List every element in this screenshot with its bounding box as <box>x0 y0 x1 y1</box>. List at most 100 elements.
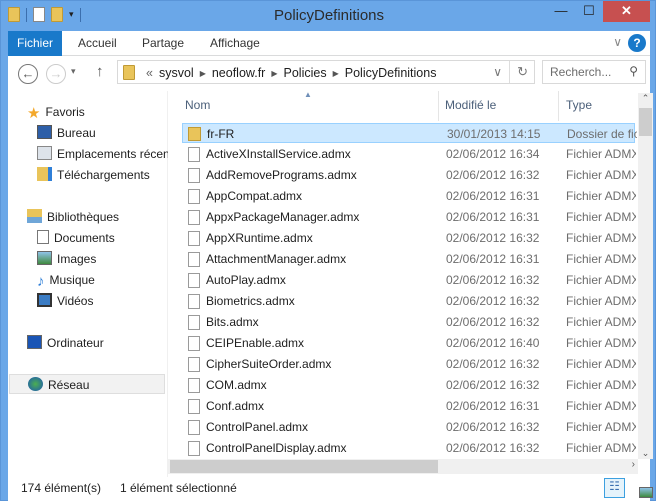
sidebar-bibliotheques[interactable]: Bibliothèques <box>27 207 119 227</box>
column-header-type[interactable]: Type <box>566 95 592 119</box>
videos-icon <box>37 293 52 307</box>
file-modified: 02/06/2012 16:40 <box>446 336 540 350</box>
scroll-down-icon[interactable]: ⌄ <box>638 448 653 459</box>
status-bar: 174 élément(s) 1 élément sélectionné ☷ <box>8 477 653 501</box>
file-type: Fichier ADMX <box>566 210 636 224</box>
sidebar-label: Vidéos <box>57 294 94 308</box>
file-type: Fichier ADMX <box>566 231 636 245</box>
crumb-policydefinitions[interactable]: PolicyDefinitions <box>345 66 437 80</box>
table-row[interactable]: AppCompat.admx 02/06/2012 16:31 Fichier … <box>182 186 636 206</box>
star-icon: ★ <box>27 105 41 122</box>
thumbnail-icon <box>638 487 653 498</box>
file-name: ControlPanelDisplay.admx <box>206 441 347 455</box>
file-type: Dossier de fichiers <box>567 127 637 141</box>
tab-accueil[interactable]: Accueil <box>78 31 117 56</box>
sidebar-musique[interactable]: ♪ Musique <box>37 270 95 290</box>
file-type: Fichier ADMX <box>566 399 636 413</box>
table-row[interactable]: Bits.admx 02/06/2012 16:32 Fichier ADMX <box>182 312 636 332</box>
vertical-scrollbar[interactable]: ⌃ ⌄ <box>638 93 653 459</box>
file-name: fr-FR <box>207 127 235 141</box>
back-button[interactable]: ← <box>18 64 38 84</box>
file-type: Fichier ADMX <box>566 252 636 266</box>
address-dropdown-icon[interactable]: ∨ <box>493 65 502 79</box>
table-row[interactable]: Conf.admx 02/06/2012 16:31 Fichier ADMX <box>182 396 636 416</box>
file-modified: 02/06/2012 16:32 <box>446 273 540 287</box>
recent-locations-icon[interactable]: ▾ <box>71 66 76 77</box>
sidebar-bureau[interactable]: Bureau <box>37 123 168 143</box>
file-icon <box>188 315 200 330</box>
file-type: Fichier ADMX <box>566 315 636 329</box>
recent-places-icon <box>37 146 52 160</box>
crumb-policies[interactable]: Policies <box>284 66 327 80</box>
table-row[interactable]: CipherSuiteOrder.admx 02/06/2012 16:32 F… <box>182 354 636 374</box>
file-modified: 02/06/2012 16:32 <box>446 378 540 392</box>
file-modified: 02/06/2012 16:32 <box>446 231 540 245</box>
horizontal-scroll-thumb[interactable] <box>170 460 438 473</box>
table-row[interactable]: ControlPanelDisplay.admx 02/06/2012 16:3… <box>182 438 636 458</box>
sidebar-ordinateur[interactable]: Ordinateur <box>27 333 104 353</box>
file-modified: 02/06/2012 16:31 <box>446 210 540 224</box>
sidebar-label: Images <box>57 252 97 266</box>
folder-icon <box>188 127 201 141</box>
sidebar-documents[interactable]: Documents <box>37 228 115 248</box>
table-row[interactable]: AddRemovePrograms.admx 02/06/2012 16:32 … <box>182 165 636 185</box>
scroll-up-icon[interactable]: ⌃ <box>638 93 653 104</box>
expand-ribbon-icon[interactable]: ∨ <box>613 35 622 49</box>
column-header-name[interactable]: Nom <box>185 95 210 119</box>
address-bar[interactable]: «sysvol ▶ neoflow.fr ▶ Policies ▶ PolicyDefini… <box>117 60 535 84</box>
file-type: Fichier ADMX <box>566 336 636 350</box>
help-icon[interactable]: ? <box>628 34 646 52</box>
tab-partage[interactable]: Partage <box>142 31 184 56</box>
tab-affichage[interactable]: Affichage <box>210 31 260 56</box>
file-icon <box>188 399 200 414</box>
file-name: COM.admx <box>206 378 267 392</box>
column-divider[interactable] <box>558 91 559 121</box>
table-row[interactable]: CEIPEnable.admx 02/06/2012 16:40 Fichier… <box>182 333 636 353</box>
maximize-button[interactable]: ☐ <box>575 1 603 22</box>
table-row[interactable]: ControlPanel.admx 02/06/2012 16:32 Fichi… <box>182 417 636 437</box>
search-input[interactable]: Recherch... ⚲ <box>542 60 646 84</box>
column-divider[interactable] <box>438 91 439 121</box>
file-name: ActiveXInstallService.admx <box>206 147 351 161</box>
sidebar-emplacements-recents[interactable]: Emplacements récents <box>37 144 168 164</box>
file-modified: 02/06/2012 16:32 <box>446 441 540 455</box>
close-button[interactable]: ✕ <box>603 1 650 22</box>
column-header-modified[interactable]: Modifié le <box>445 95 496 119</box>
file-type: Fichier ADMX <box>566 441 636 455</box>
pictures-icon <box>37 251 52 265</box>
sidebar-telechargements[interactable]: Téléchargements <box>37 165 150 185</box>
sidebar-videos[interactable]: Vidéos <box>37 291 93 311</box>
details-view-button[interactable]: ☷ <box>604 478 625 498</box>
table-row[interactable]: COM.admx 02/06/2012 16:32 Fichier ADMX <box>182 375 636 395</box>
crumb-neoflow[interactable]: neoflow.fr <box>212 66 266 80</box>
sidebar-favoris[interactable]: ★ Favoris <box>27 102 85 122</box>
file-modified: 02/06/2012 16:34 <box>446 147 540 161</box>
horizontal-scrollbar[interactable]: › <box>168 459 638 474</box>
overflow-crumbs[interactable]: « <box>146 66 153 80</box>
scroll-right-icon[interactable]: › <box>632 459 635 470</box>
table-row[interactable]: fr-FR 30/01/2013 14:15 Dossier de fichie… <box>182 123 637 143</box>
table-row[interactable]: Biometrics.admx 02/06/2012 16:32 Fichier… <box>182 291 636 311</box>
table-row[interactable]: ActiveXInstallService.admx 02/06/2012 16… <box>182 144 636 164</box>
file-icon <box>188 189 200 204</box>
up-button[interactable]: ↑ <box>96 63 104 80</box>
table-row[interactable]: AppXRuntime.admx 02/06/2012 16:32 Fichie… <box>182 228 636 248</box>
large-icons-view-button[interactable] <box>628 478 653 498</box>
desktop-icon <box>37 125 52 139</box>
selection-count: 1 élément sélectionné <box>120 481 237 495</box>
ribbon-tabs: Fichier Accueil Partage Affichage ∨ ? <box>8 31 650 56</box>
explorer-window: ▾ PolicyDefinitions — ☐ ✕ Fichier Accuei… <box>0 0 656 501</box>
table-row[interactable]: AttachmentManager.admx 02/06/2012 16:31 … <box>182 249 636 269</box>
crumb-sysvol[interactable]: sysvol <box>159 66 194 80</box>
refresh-icon[interactable]: ↻ <box>517 64 528 80</box>
table-row[interactable]: AppxPackageManager.admx 02/06/2012 16:31… <box>182 207 636 227</box>
sidebar-reseau[interactable]: Réseau <box>9 374 165 394</box>
tab-fichier[interactable]: Fichier <box>8 31 62 56</box>
forward-button[interactable]: → <box>46 64 66 84</box>
vertical-scroll-thumb[interactable] <box>639 108 652 136</box>
title-bar: ▾ PolicyDefinitions — ☐ ✕ <box>1 1 656 31</box>
table-row[interactable]: AutoPlay.admx 02/06/2012 16:32 Fichier A… <box>182 270 636 290</box>
libraries-icon <box>27 209 42 223</box>
sidebar-images[interactable]: Images <box>37 249 96 269</box>
minimize-button[interactable]: — <box>547 1 575 22</box>
